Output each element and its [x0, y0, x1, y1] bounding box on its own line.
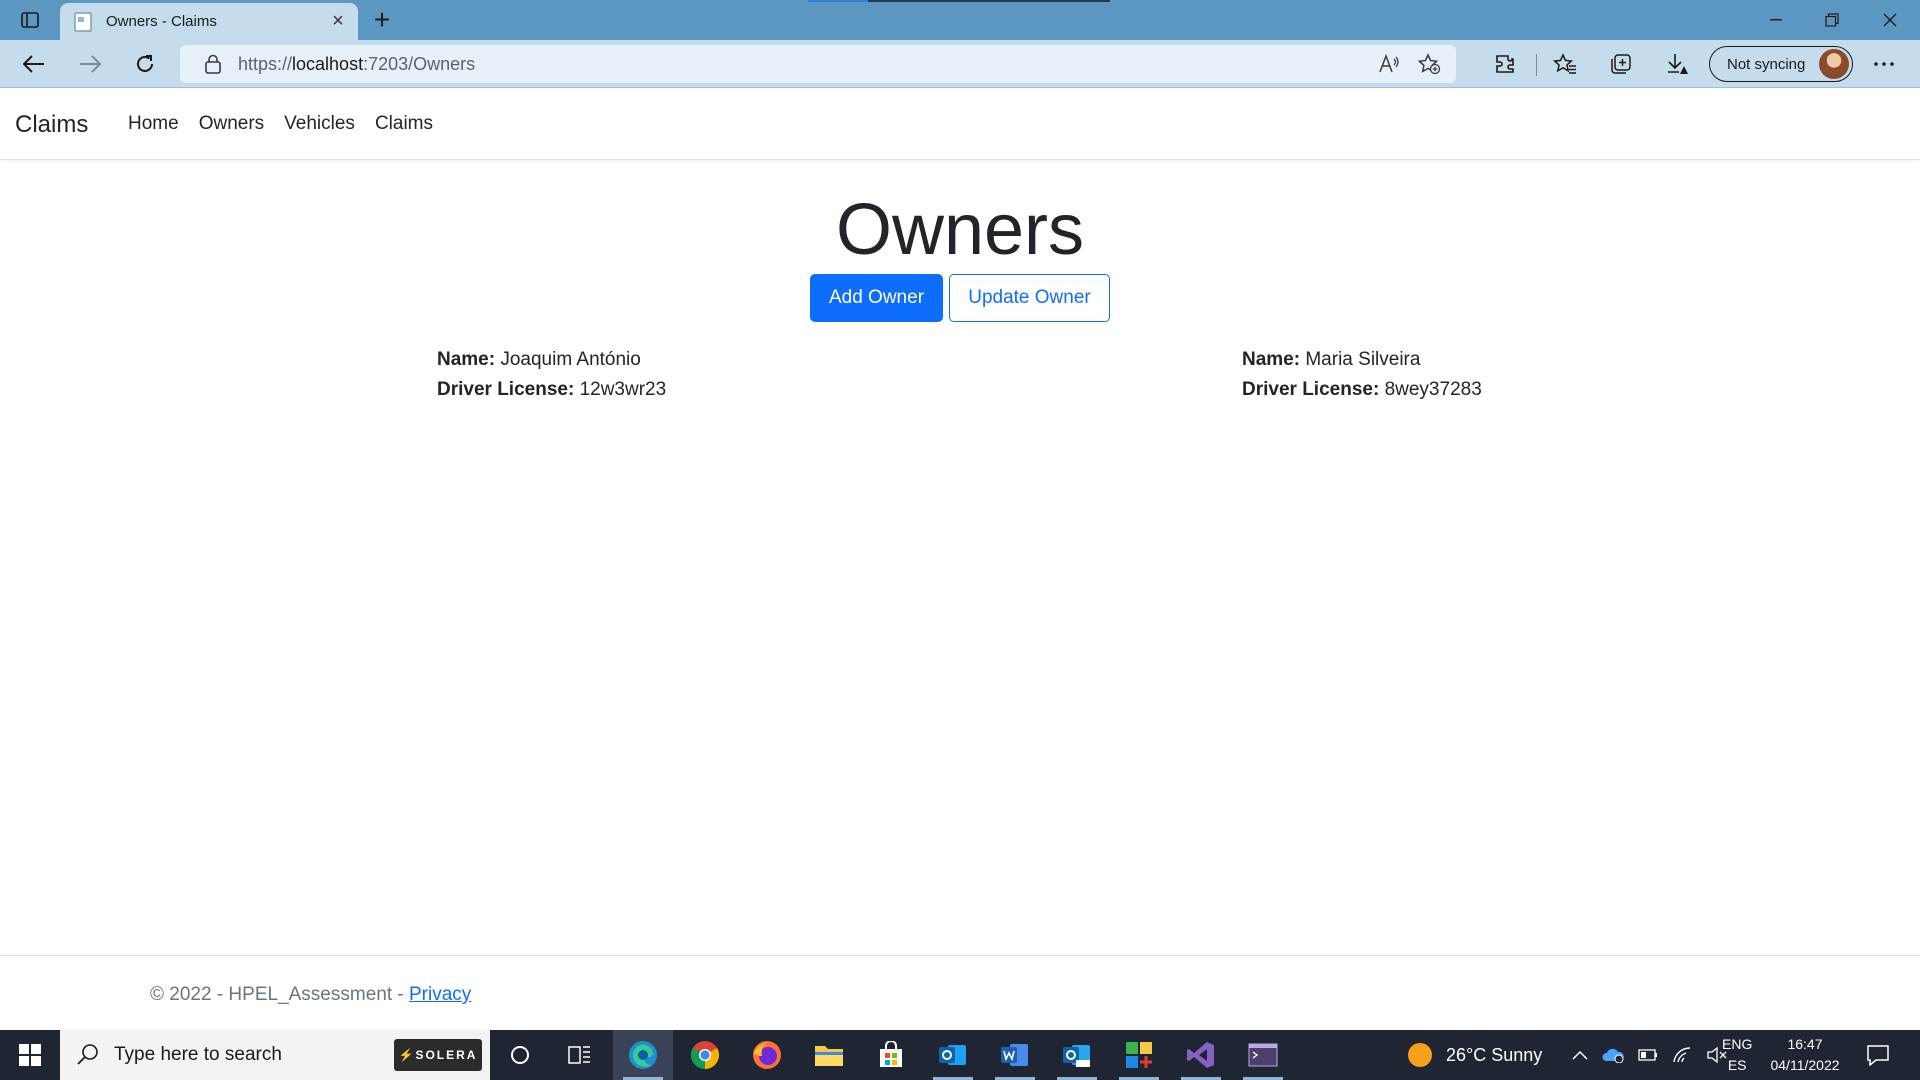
clock-date: 04/11/2022 [1770, 1057, 1840, 1073]
file-explorer-app-icon[interactable] [799, 1030, 859, 1080]
address-bar[interactable]: https://localhost:7203/Owners [180, 45, 1456, 83]
browser-tabstrip: Owners - Claims × + [0, 0, 1920, 40]
browser-toolbar: https://localhost:7203/Owners Not syncin… [0, 40, 1920, 88]
weather-text: 26°C Sunny [1446, 1044, 1543, 1065]
task-view-icon[interactable] [550, 1030, 610, 1080]
close-window-icon[interactable] [1862, 0, 1918, 40]
battery-icon[interactable] [1638, 1049, 1658, 1061]
profile-button[interactable]: Not syncing [1709, 46, 1853, 82]
nav-links: Home Owners Vehicles Claims [118, 113, 443, 135]
clock-time: 16:47 [1787, 1036, 1823, 1052]
chrome-app-icon[interactable] [675, 1030, 735, 1080]
language-indicator[interactable]: ENG ES [1722, 1030, 1752, 1080]
toolbar-divider [1536, 54, 1537, 76]
taskbar-search[interactable]: Type here to search ⚡ SOLERA [60, 1030, 490, 1080]
search-icon [77, 1044, 98, 1065]
word-app-icon[interactable] [985, 1030, 1045, 1080]
terminal-app-icon[interactable] [1233, 1030, 1293, 1080]
visual-studio-app-icon[interactable] [1171, 1030, 1231, 1080]
restore-icon[interactable] [1804, 0, 1860, 40]
tab-title: Owners - Claims [106, 13, 217, 30]
profile-label: Not syncing [1727, 55, 1806, 73]
sun-icon [1408, 1043, 1432, 1067]
new-tab-icon[interactable]: + [368, 6, 396, 34]
owner-license-row: Driver License: 12w3wr23 [437, 379, 667, 400]
site-navbar: Claims Home Owners Vehicles Claims [0, 89, 1920, 160]
owner-card: Name: Maria Silveira Driver License: 8we… [1242, 345, 1482, 405]
owner-license: 8wey37283 [1384, 379, 1482, 400]
url-text: https://localhost:7203/Owners [238, 53, 476, 74]
onedrive-icon[interactable] [1602, 1047, 1624, 1063]
add-favorite-icon[interactable] [1412, 49, 1446, 79]
owner-license-row: Driver License: 8wey37283 [1242, 379, 1482, 400]
tab-actions-icon[interactable] [14, 8, 46, 32]
browser-tab-active[interactable]: Owners - Claims × [60, 3, 358, 40]
owner-license: 12w3wr23 [579, 379, 667, 400]
navbar-brand[interactable]: Claims [15, 111, 88, 139]
page-title: Owners [835, 190, 1085, 270]
owner-actions: Add Owner Update Owner [810, 274, 1110, 322]
owner-card: Name: Joaquim António Driver License: 12… [437, 345, 666, 405]
close-tab-icon[interactable]: × [328, 10, 348, 32]
forward-icon[interactable] [72, 48, 108, 80]
outlook-preview-app-icon[interactable] [1047, 1030, 1107, 1080]
lock-icon [205, 54, 221, 74]
system-tray-icons [1572, 1030, 1728, 1080]
back-icon[interactable] [16, 48, 52, 80]
web-page: Claims Home Owners Vehicles Claims Owner… [0, 89, 1920, 1030]
windows-start-icon[interactable] [0, 1030, 60, 1080]
windows-taskbar: Type here to search ⚡ SOLERA 26°C Sunny … [0, 1030, 1920, 1080]
notifications-icon[interactable] [1866, 1030, 1890, 1080]
owner-name-row: Name: Joaquim António [437, 349, 641, 370]
extensions-icon[interactable] [1487, 48, 1523, 80]
privacy-link[interactable]: Privacy [409, 984, 471, 1005]
favorites-icon[interactable] [1547, 48, 1583, 80]
avatar [1819, 49, 1849, 79]
owner-name-row: Name: Maria Silveira [1242, 349, 1421, 370]
more-options-icon[interactable] [1866, 48, 1902, 80]
tab-drag-strip [808, 0, 1110, 2]
search-placeholder: Type here to search [114, 1044, 282, 1065]
chevron-up-icon[interactable] [1572, 1050, 1588, 1060]
page-favicon-icon [74, 11, 92, 32]
footer-text: © 2022 - HPEL_Assessment - Privacy [150, 984, 472, 1005]
weather-widget[interactable]: 26°C Sunny [1406, 1030, 1542, 1080]
collections-icon[interactable] [1603, 48, 1639, 80]
cortana-icon[interactable] [490, 1030, 550, 1080]
firefox-app-icon[interactable] [737, 1030, 797, 1080]
edge-app-icon[interactable] [613, 1030, 673, 1080]
read-aloud-icon[interactable] [1372, 49, 1406, 79]
store-app-icon[interactable] [861, 1030, 921, 1080]
owner-name: Joaquim António [500, 349, 641, 370]
downloads-icon[interactable] [1659, 48, 1695, 80]
tools-app-icon[interactable] [1109, 1030, 1169, 1080]
nav-link-home[interactable]: Home [118, 113, 189, 135]
refresh-icon[interactable] [127, 48, 163, 80]
nav-link-claims[interactable]: Claims [365, 113, 443, 135]
update-owner-button[interactable]: Update Owner [949, 274, 1110, 322]
site-footer: © 2022 - HPEL_Assessment - Privacy [0, 955, 1920, 1030]
wifi-icon[interactable] [1672, 1046, 1692, 1064]
nav-link-owners[interactable]: Owners [189, 113, 274, 135]
outlook-app-icon[interactable] [923, 1030, 983, 1080]
nav-link-vehicles[interactable]: Vehicles [274, 113, 365, 135]
owner-name: Maria Silveira [1305, 349, 1421, 370]
search-brand-badge: ⚡ SOLERA [394, 1039, 482, 1071]
minimize-icon[interactable] [1748, 0, 1804, 40]
clock[interactable]: 16:47 04/11/2022 [1766, 1030, 1844, 1080]
add-owner-button[interactable]: Add Owner [810, 274, 943, 322]
